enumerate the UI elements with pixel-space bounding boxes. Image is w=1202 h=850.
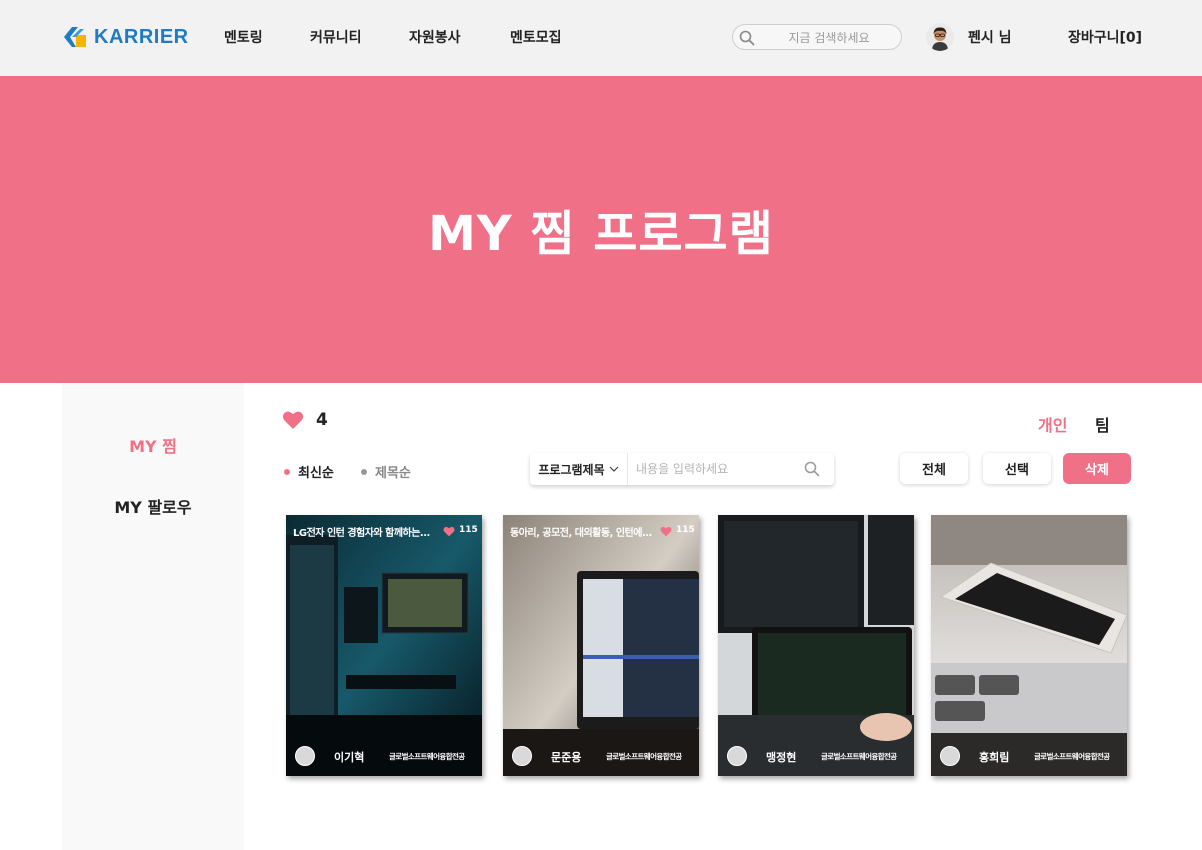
filter-select[interactable]: 프로그램제목 [530,453,628,485]
sidebar-item-my-follow[interactable]: MY 팔로우 [62,494,244,518]
select-all-button[interactable]: 전체 [900,453,968,484]
card-image [931,515,1127,776]
like-count: 4 [316,410,328,430]
header-search[interactable] [732,24,902,50]
heart-icon [282,411,304,429]
select-button[interactable]: 선택 [983,453,1051,484]
search-icon[interactable] [739,30,755,46]
cart-link[interactable]: 장바구니[0] [1068,27,1142,47]
user-name[interactable]: 펜시 님 [968,27,1012,47]
tab-individual[interactable]: 개인 [1038,412,1067,436]
card-avatar [727,746,747,766]
card-title: 동아리, 공모전, 대외활동, 인턴에... [510,528,652,539]
sort-title-label: 제목순 [375,466,411,481]
program-card[interactable]: 맹정현 글로벌소프트웨어융합전공 [718,515,914,776]
tab-team[interactable]: 팀 [1095,412,1110,436]
sort-latest[interactable]: 최신순 [284,462,334,481]
filter-input[interactable] [636,459,796,479]
nav-volunteer[interactable]: 자원봉사 [409,27,461,47]
program-card[interactable]: 홍희림 글로벌소프트웨어융합전공 [931,515,1127,776]
logo-text: KARRIER [94,25,189,48]
card-like-count: 115 [676,525,695,535]
delete-button[interactable]: 삭제 [1063,453,1131,484]
user-avatar-icon [926,23,954,51]
header-search-input[interactable] [763,28,895,48]
filter-search-box: 프로그램제목 [530,453,834,485]
card-mentor-name: 홍희림 [979,751,1010,764]
card-image [718,515,914,776]
card-mentor-major: 글로벌소프트웨어융합전공 [606,752,682,761]
heart-icon [443,526,455,537]
sort-latest-dot [284,468,290,475]
sort-latest-label: 최신순 [298,466,334,481]
card-mentor-major: 글로벌소프트웨어융합전공 [389,752,465,761]
logo-mark-icon [64,27,86,47]
filter-select-value: 프로그램제목 [538,462,605,477]
chevron-down-icon [609,466,619,472]
sidebar: MY 찜 MY 팔로우 [62,383,244,850]
card-like-count: 115 [459,525,478,535]
sort-title[interactable]: 제목순 [361,462,411,481]
card-image [503,515,699,776]
sort-title-dot [361,468,367,475]
user-avatar[interactable] [926,23,954,51]
program-card[interactable]: LG전자 인턴 경험자와 함께하는... 115 이기혁 글로벌소프트웨어융합전… [286,515,482,776]
card-mentor-name: 이기혁 [334,751,365,764]
card-image [286,515,482,776]
nav-mentor-recruit[interactable]: 멘토모집 [510,27,562,47]
top-header: KARRIER 멘토링 커뮤니티 자원봉사 멘토모집 펜시 님 장바구니[0] [0,0,1202,76]
program-card[interactable]: 동아리, 공모전, 대외활동, 인턴에... 115 문준용 글로벌소프트웨어융… [503,515,699,776]
card-title: LG전자 인턴 경험자와 함께하는... [293,528,430,539]
card-mentor-major: 글로벌소프트웨어융합전공 [1034,752,1110,761]
page-title: MY 찜 프로그램 [428,206,774,262]
sidebar-item-my-likes[interactable]: MY 찜 [62,433,244,457]
card-mentor-name: 맹정현 [766,751,797,764]
logo[interactable]: KARRIER [62,24,189,50]
search-icon[interactable] [804,461,820,477]
card-avatar [940,746,960,766]
nav-mentoring[interactable]: 멘토링 [224,27,263,47]
card-avatar [512,746,532,766]
card-mentor-name: 문준용 [551,751,582,764]
heart-icon [660,526,672,537]
nav-community[interactable]: 커뮤니티 [310,27,362,47]
card-avatar [295,746,315,766]
page-banner: MY 찜 프로그램 [0,76,1202,383]
card-mentor-major: 글로벌소프트웨어융합전공 [821,752,897,761]
